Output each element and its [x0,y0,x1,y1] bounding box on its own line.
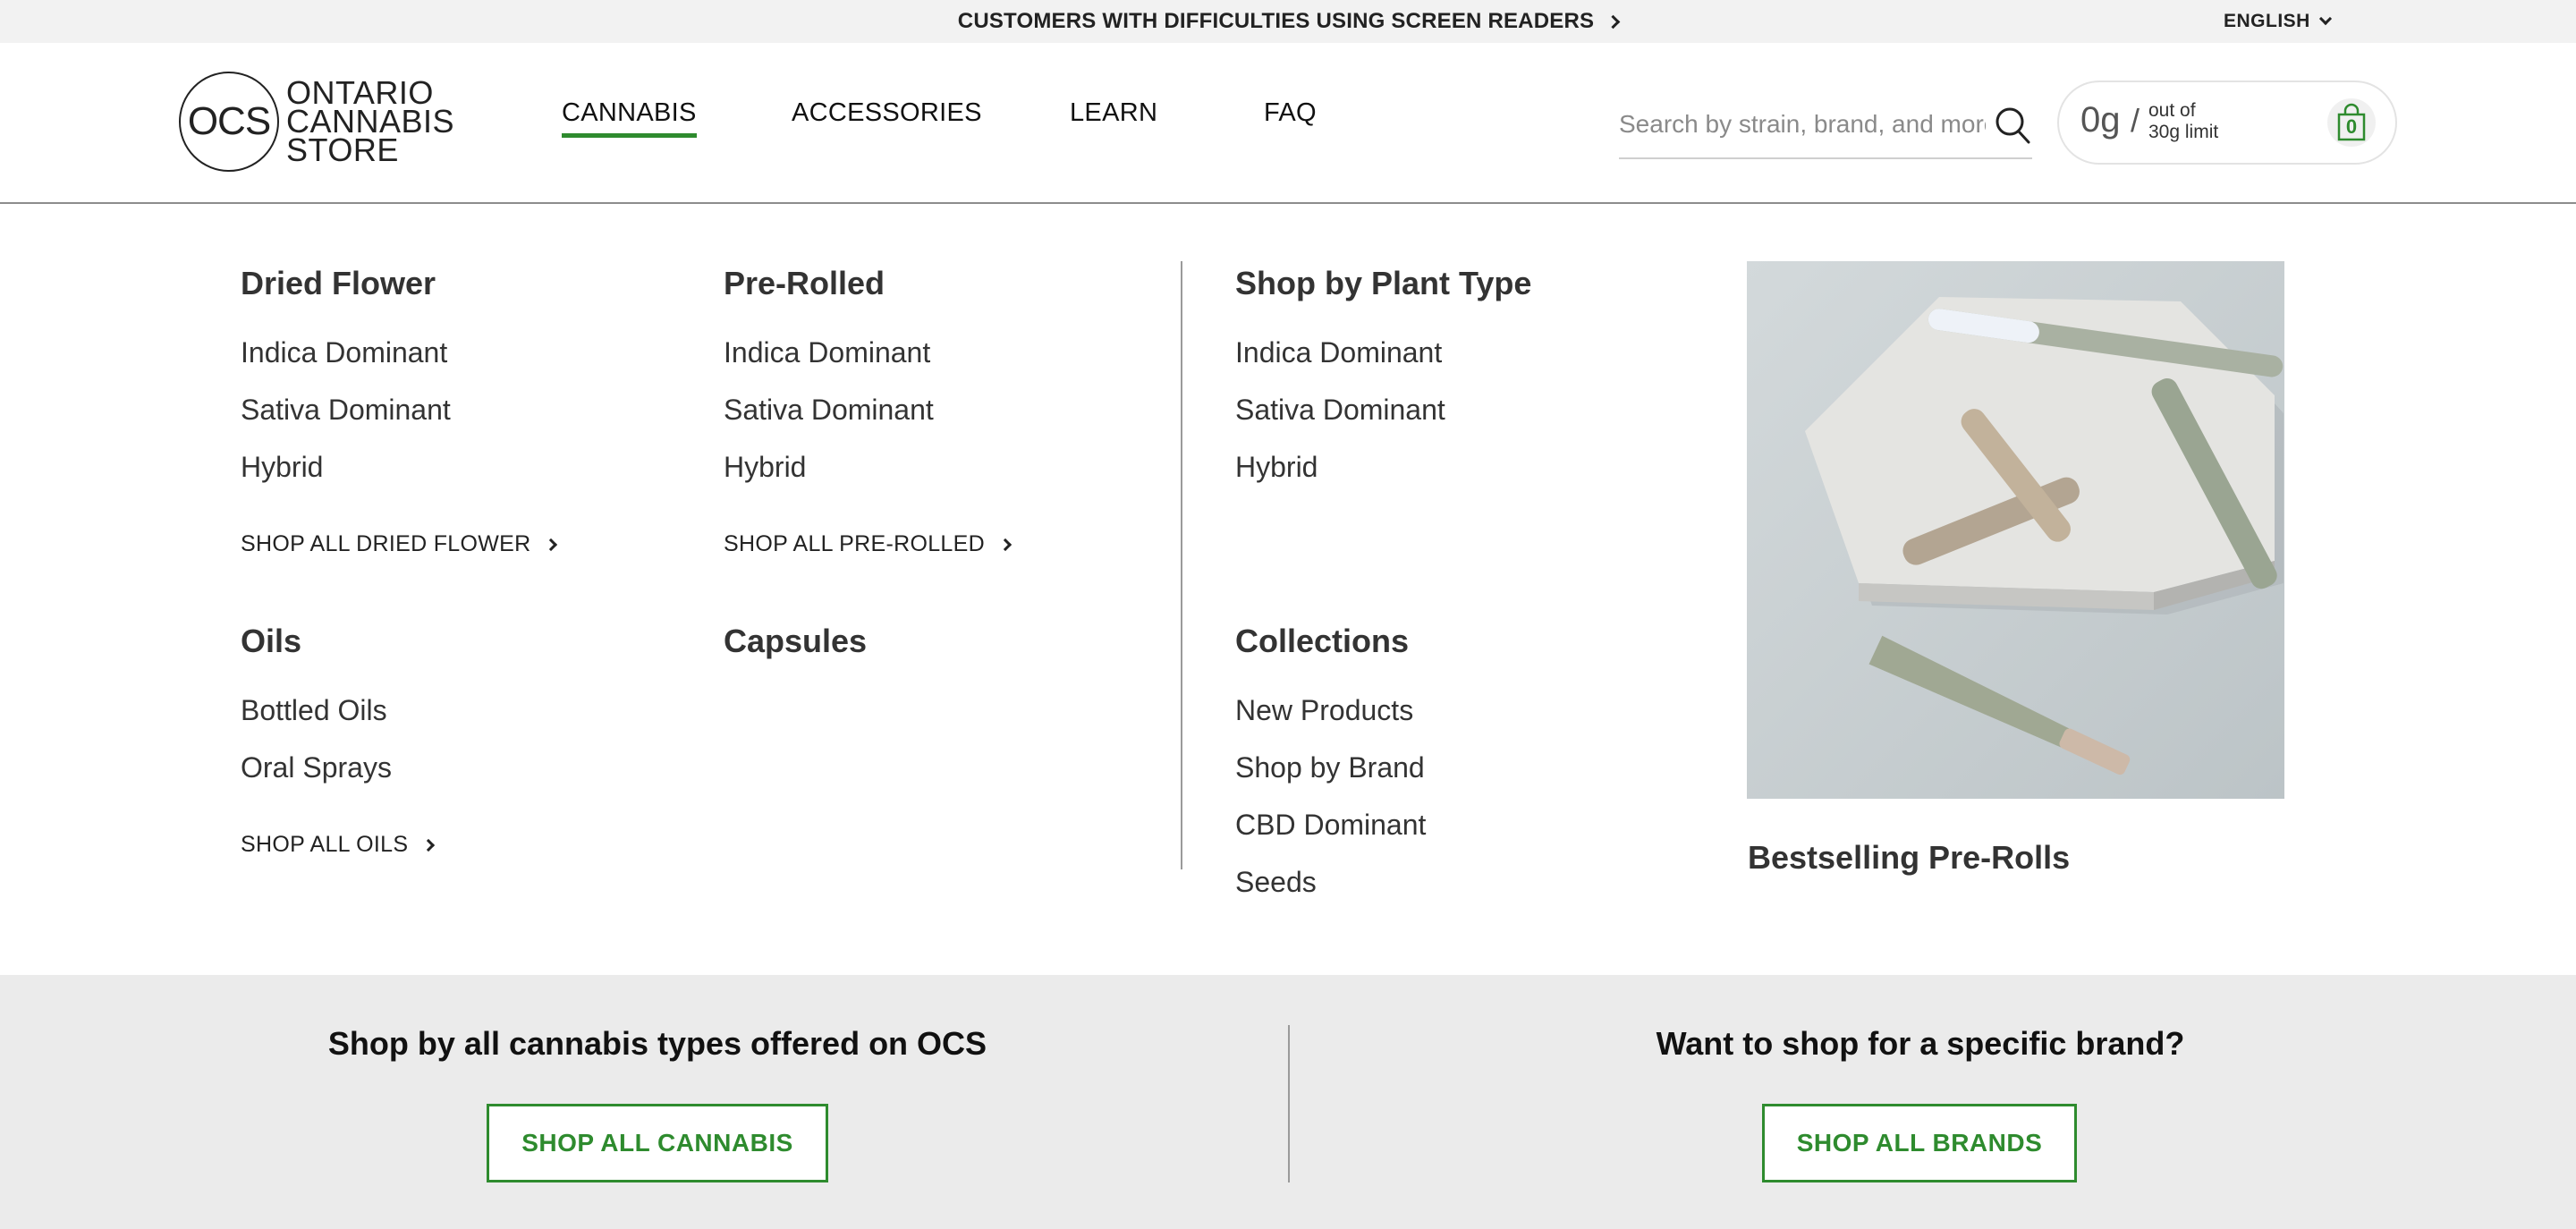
chevron-right-icon [422,838,436,852]
search-icon[interactable] [1995,106,2030,145]
logo-line-store: STORE [286,131,399,168]
site-header: OCS ONTARIO CANNABIS STORE CANNABIS ACCE… [0,43,2576,204]
cart-button[interactable]: 0 [2327,98,2376,147]
logo-wordmark: ONTARIO CANNABIS STORE [286,77,454,168]
shop-all-pre-rolled-label: SHOP ALL PRE-ROLLED [724,531,985,556]
oils-title[interactable]: Oils [241,623,301,660]
chevron-right-icon [1606,14,1621,29]
menu-divider [1181,261,1182,869]
shop-by-brand-link[interactable]: Shop by Brand [1235,751,1425,784]
dried-flower-hybrid-link[interactable]: Hybrid [241,451,323,484]
nav-cannabis[interactable]: CANNABIS [562,98,697,138]
shop-all-oils-label: SHOP ALL OILS [241,832,409,857]
dried-flower-title[interactable]: Dried Flower [241,265,436,302]
bestselling-pre-rolls-image[interactable] [1747,261,2284,799]
seeds-link[interactable]: Seeds [1235,866,1317,899]
screen-reader-help-link[interactable]: CUSTOMERS WITH DIFFICULTIES USING SCREEN… [0,0,2576,43]
plant-type-hybrid-link[interactable]: Hybrid [1235,451,1318,484]
cart-widget[interactable]: 0g / out of 30g limit 0 [2057,81,2397,165]
dried-flower-sativa-link[interactable]: Sativa Dominant [241,394,451,427]
dried-flower-indica-link[interactable]: Indica Dominant [241,336,447,369]
collections-title: Collections [1235,623,1410,659]
plant-type-indica-link[interactable]: Indica Dominant [1235,336,1442,369]
nav-learn[interactable]: LEARN [1070,98,1157,133]
search-box [1619,97,2032,159]
oral-sprays-link[interactable]: Oral Sprays [241,751,392,784]
plant-type-sativa-link[interactable]: Sativa Dominant [1235,394,1445,427]
shop-all-oils-link[interactable]: SHOP ALL OILS [241,832,436,858]
shop-all-dried-flower-label: SHOP ALL DRIED FLOWER [241,531,531,556]
shop-all-cannabis-button[interactable]: SHOP ALL CANNABIS [487,1104,828,1182]
chevron-right-icon [545,538,558,551]
capsules-title[interactable]: Capsules [724,623,867,660]
cart-separator: / [2131,102,2140,139]
bottled-oils-link[interactable]: Bottled Oils [241,694,387,727]
shop-all-dried-flower-link[interactable]: SHOP ALL DRIED FLOWER [241,531,558,557]
cart-limit-line1: out of [2148,100,2196,121]
pre-rolls-photo [1747,261,2284,799]
language-selector[interactable]: ENGLISH [2224,0,2332,43]
nav-accessories[interactable]: ACCESSORIES [792,98,982,133]
cart-count: 0 [2345,115,2358,138]
cart-grams: 0g [2080,100,2121,140]
ocs-logo[interactable]: OCS ONTARIO CANNABIS STORE [179,72,454,172]
pre-rolled-indica-link[interactable]: Indica Dominant [724,336,930,369]
band-divider [1288,1025,1290,1182]
shop-all-cannabis-heading: Shop by all cannabis types offered on OC… [327,1025,987,1062]
cbd-dominant-link[interactable]: CBD Dominant [1235,809,1426,842]
chevron-right-icon [998,538,1013,551]
shop-brand-heading: Want to shop for a specific brand? [1656,1025,2185,1062]
search-input[interactable] [1619,104,1986,145]
pre-rolled-hybrid-link[interactable]: Hybrid [724,451,806,484]
shop-all-pre-rolled-link[interactable]: SHOP ALL PRE-ROLLED [724,531,1013,557]
plant-type-title: Shop by Plant Type [1235,265,1532,301]
pre-rolled-title[interactable]: Pre-Rolled [724,265,885,302]
shop-all-band: Shop by all cannabis types offered on OC… [0,975,2576,1229]
cart-limit-line2: 30g limit [2148,122,2219,142]
cannabis-mega-menu: Dried Flower Indica Dominant Sativa Domi… [0,204,2576,975]
screen-reader-help-label: CUSTOMERS WITH DIFFICULTIES USING SCREEN… [957,9,1595,33]
bestselling-pre-rolls-title[interactable]: Bestselling Pre-Rolls [1748,839,2070,877]
cart-limit: out of 30g limit [2148,100,2218,143]
logo-monogram: OCS [179,72,279,172]
chevron-down-icon [2318,12,2332,26]
new-products-link[interactable]: New Products [1235,694,1413,727]
nav-faq[interactable]: FAQ [1264,98,1317,133]
accessibility-bar: CUSTOMERS WITH DIFFICULTIES USING SCREEN… [0,0,2576,43]
language-label: ENGLISH [2224,11,2310,31]
shop-all-brands-button[interactable]: SHOP ALL BRANDS [1762,1104,2077,1182]
pre-rolled-sativa-link[interactable]: Sativa Dominant [724,394,934,427]
